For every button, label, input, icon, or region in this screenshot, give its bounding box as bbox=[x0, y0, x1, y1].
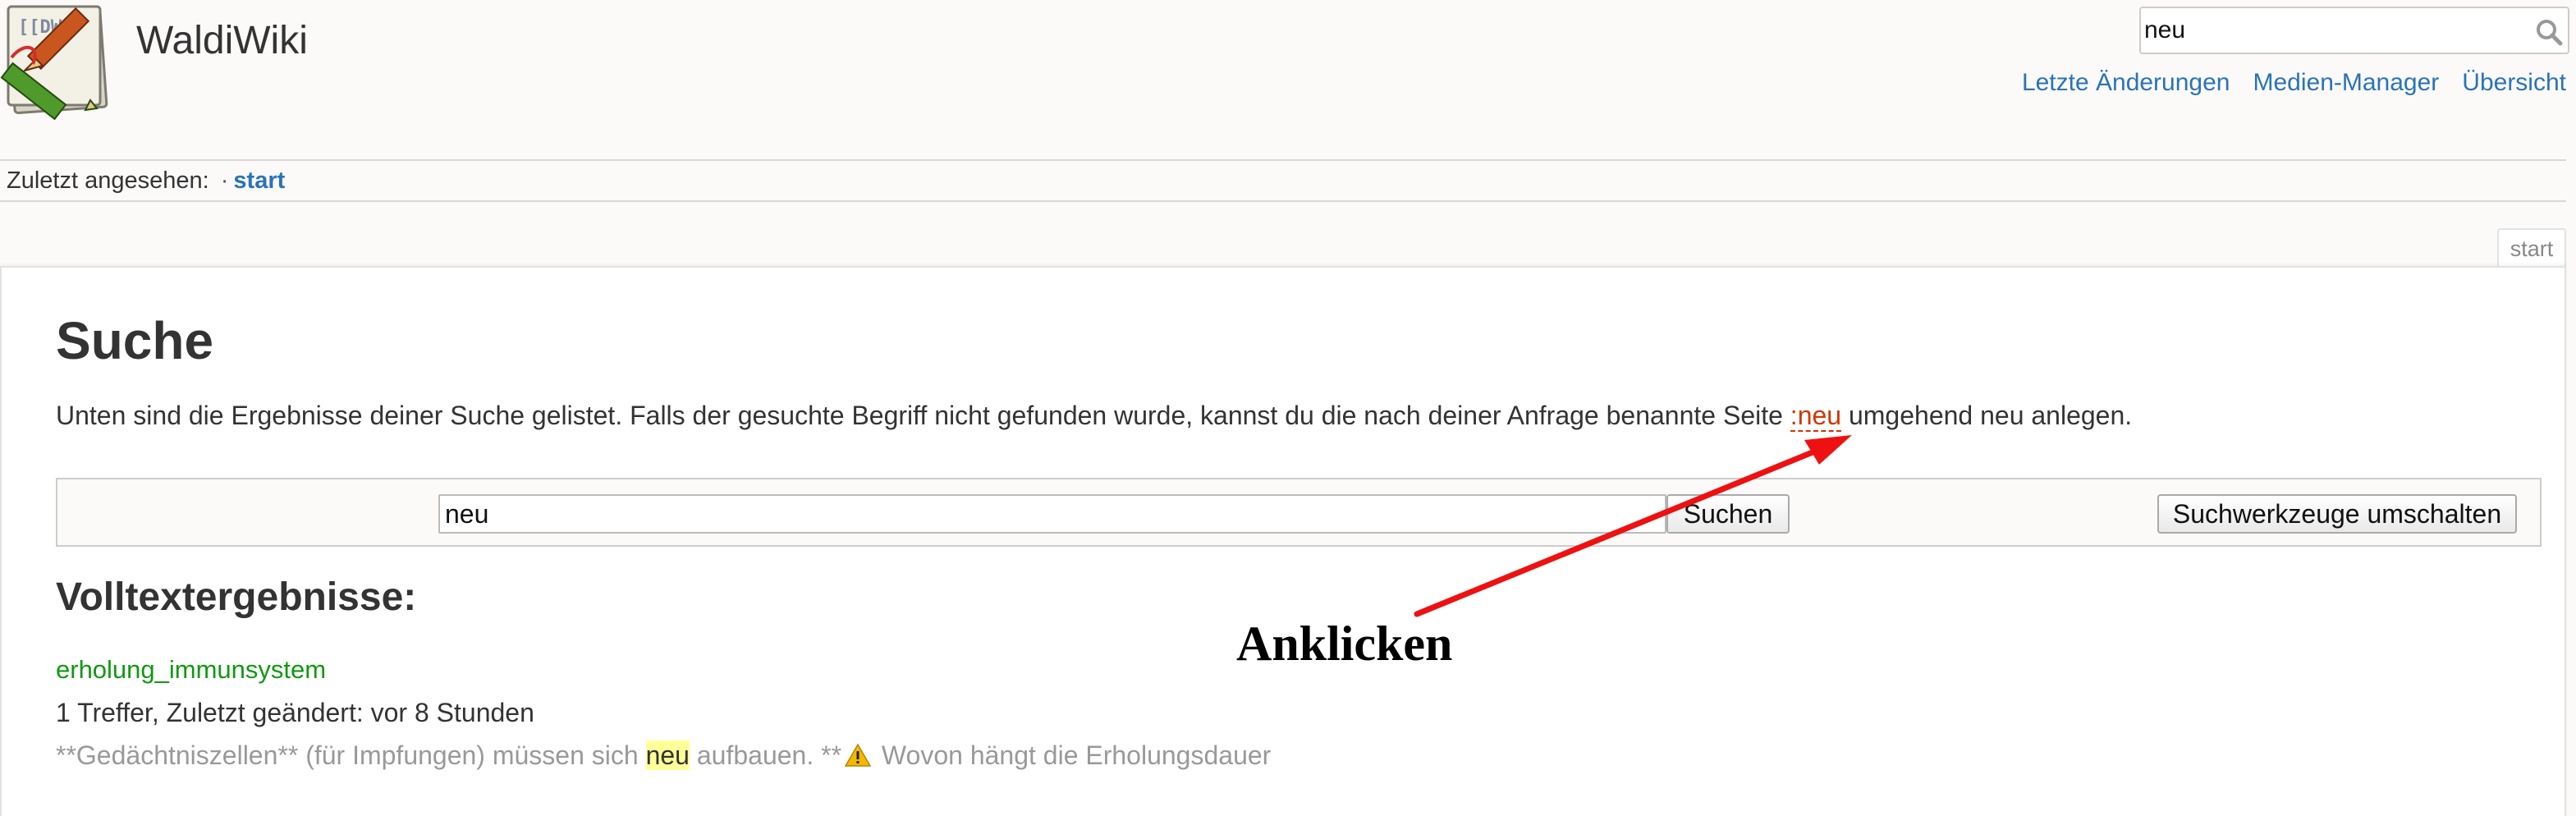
media-manager-link[interactable]: Medien-Manager bbox=[2253, 69, 2439, 97]
snippet-text: aufbauen. ** bbox=[689, 740, 842, 770]
toggle-search-tools-button[interactable]: Suchwerkzeuge umschalten bbox=[2157, 494, 2517, 534]
sitemap-link[interactable]: Übersicht bbox=[2462, 69, 2566, 97]
snippet-text: Wovon hängt die Erholungsdauer bbox=[874, 740, 1272, 770]
page-content: Suche Unten sind die Ergebnisse deiner S… bbox=[0, 266, 2566, 816]
breadcrumb-item-start[interactable]: start bbox=[233, 167, 285, 194]
search-icon[interactable] bbox=[2535, 18, 2563, 46]
header-search-input[interactable] bbox=[2144, 10, 2522, 51]
breadcrumb-label: Zuletzt angesehen: bbox=[7, 167, 209, 194]
header-search-box bbox=[2139, 7, 2569, 54]
search-intro-text: Unten sind die Ergebnisse deiner Suche g… bbox=[56, 401, 2133, 432]
result-title-link[interactable]: erholung_immunsystem bbox=[56, 655, 326, 685]
breadcrumb-separator: · bbox=[220, 167, 229, 194]
result-snippet: **Gedächtniszellen** (für Impfungen) müs… bbox=[56, 740, 1271, 771]
site-tools: Letzte Änderungen Medien-Manager Übersic… bbox=[2022, 69, 2566, 97]
snippet-text: **Gedächtniszellen** (für Impfungen) müs… bbox=[56, 740, 646, 770]
snippet-highlight: neu bbox=[645, 740, 690, 770]
create-page-link[interactable]: :neu bbox=[1790, 401, 1842, 432]
search-submit-button[interactable]: Suchen bbox=[1666, 494, 1790, 534]
site-header: [[DW WaldiWiki Letzte Änderungen Medien-… bbox=[0, 0, 2576, 161]
annotation-label: Anklicken bbox=[1236, 617, 1453, 671]
header-divider bbox=[0, 159, 2566, 161]
page-title: Suche bbox=[56, 311, 214, 370]
search-form: Suchen Suchwerkzeuge umschalten bbox=[56, 478, 2542, 547]
dokuwiki-logo-icon[interactable]: [[DW bbox=[0, 0, 123, 123]
result-meta: 1 Treffer, Zuletzt geändert: vor 8 Stund… bbox=[56, 698, 534, 727]
breadcrumb: Zuletzt angesehen: · start bbox=[7, 167, 285, 195]
wiki-title-link[interactable]: WaldiWiki bbox=[136, 18, 308, 63]
breadcrumb-divider bbox=[0, 200, 2566, 202]
warning-icon bbox=[844, 743, 872, 768]
search-query-input[interactable] bbox=[438, 494, 1666, 534]
intro-text-after: umgehend neu anlegen. bbox=[1841, 401, 2133, 430]
recent-changes-link[interactable]: Letzte Änderungen bbox=[2022, 69, 2230, 97]
page-id-tab: start bbox=[2497, 228, 2566, 268]
intro-text-before: Unten sind die Ergebnisse deiner Suche g… bbox=[56, 401, 1790, 430]
fulltext-results-heading: Volltextergebnisse: bbox=[56, 575, 417, 619]
